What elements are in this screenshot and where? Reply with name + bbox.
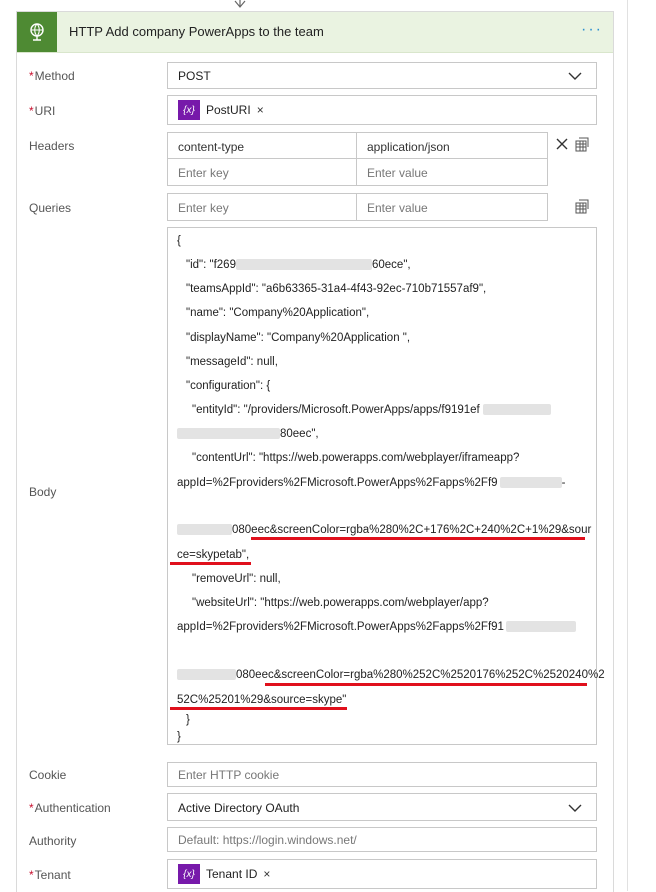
highlight-underline [251,537,585,540]
authority-input[interactable]: Default: https://login.windows.net/ [167,827,597,852]
header-key-input-empty[interactable]: Enter key [167,158,357,186]
redacted-block [235,259,372,271]
queries-label: Queries [29,201,72,215]
body-line: "messageId": null, [186,356,278,368]
header-value-input-empty[interactable]: Enter value [356,158,548,186]
body-line: 80eec", [177,428,319,440]
highlight-underline [170,562,251,565]
redacted-block [499,477,562,489]
uri-token[interactable]: {x} PostURI × [178,100,264,120]
query-value-input[interactable]: Enter value [356,193,548,221]
redacted-block [177,428,280,440]
redacted-block [482,404,551,416]
uri-input[interactable]: {x} PostURI × [167,95,597,125]
uri-label: *URI [29,104,56,118]
body-line: "websiteUrl": "https://web.powerapps.com… [192,597,489,609]
body-line: "id": "f269 60ece", [186,259,411,271]
redacted-block [177,669,236,681]
tenant-label: *Tenant [29,868,71,882]
redacted-block [505,621,576,633]
switch-to-text-icon[interactable] [574,198,590,214]
more-options-icon[interactable]: ··· [581,21,603,39]
cookie-label: Cookie [29,768,67,782]
highlight-underline [170,707,347,710]
method-label: *Method [29,69,75,83]
globe-icon [17,12,57,52]
body-line: "removeUrl": null, [192,573,281,585]
panel-divider [627,0,628,891]
body-line: appId=%2Fproviders%2FMicrosoft.PowerApps… [177,477,566,489]
body-line: "name": "Company%20Application", [186,307,370,319]
body-label: Body [29,485,57,499]
card-header[interactable]: HTTP Add company PowerApps to the team ·… [17,12,613,53]
card-title: HTTP Add company PowerApps to the team [69,24,324,39]
header-key-input[interactable]: content-type [167,132,357,159]
body-line: 080eec&screenColor=rgba%280%252C%2520176… [177,669,605,681]
chevron-down-icon [568,72,582,80]
body-line: appId=%2Fproviders%2FMicrosoft.PowerApps… [177,621,576,633]
header-value-input[interactable]: application/json [356,132,548,159]
body-line: "configuration": { [186,380,271,392]
remove-token-icon[interactable]: × [257,103,264,117]
tenant-token-label: Tenant ID [206,867,258,881]
method-value: POST [178,69,211,83]
body-editor[interactable]: { "id": "f269 60ece", "teamsAppId": "a6b6… [167,227,605,745]
cookie-input[interactable]: Enter HTTP cookie [167,762,597,787]
body-line: } [186,714,190,726]
headers-label: Headers [29,139,75,153]
remove-token-icon[interactable]: × [263,867,270,881]
http-action-card: HTTP Add company PowerApps to the team ·… [16,11,614,892]
highlight-underline [265,683,587,686]
method-select[interactable]: POST [167,62,597,89]
body-line: 080eec&screenColor=rgba%280%2C+176%2C+24… [177,524,591,536]
authentication-value: Active Directory OAuth [178,801,300,815]
designer-canvas: HTTP Add company PowerApps to the team ·… [0,0,656,892]
body-line: { [177,235,181,247]
tenant-token[interactable]: {x} Tenant ID × [178,864,270,884]
body-line: } [177,731,181,743]
chevron-down-icon [568,804,582,812]
uri-token-label: PostURI [206,103,251,117]
tenant-input[interactable]: {x} Tenant ID × [167,859,597,889]
redacted-block [177,524,232,536]
authentication-label: *Authentication [29,801,111,815]
body-line: 52C%25201%29&source=skype" [177,694,347,706]
body-line: "displayName": "Company%20Application ", [186,332,411,344]
expression-icon: {x} [178,100,200,120]
expression-icon: {x} [178,864,200,884]
body-line: "entityId": "/providers/Microsoft.PowerA… [192,404,551,416]
body-line: "teamsAppId": "a6b63365-31a4-4f43-92ec-7… [186,283,487,295]
body-line: "contentUrl": "https://web.powerapps.com… [192,452,520,464]
switch-to-text-icon[interactable] [574,136,590,152]
authentication-select[interactable]: Active Directory OAuth [167,793,597,821]
delete-row-icon[interactable] [554,136,570,152]
authority-label: Authority [29,834,77,848]
query-key-input[interactable]: Enter key [167,193,357,221]
body-line: ce=skypetab", [177,549,250,561]
